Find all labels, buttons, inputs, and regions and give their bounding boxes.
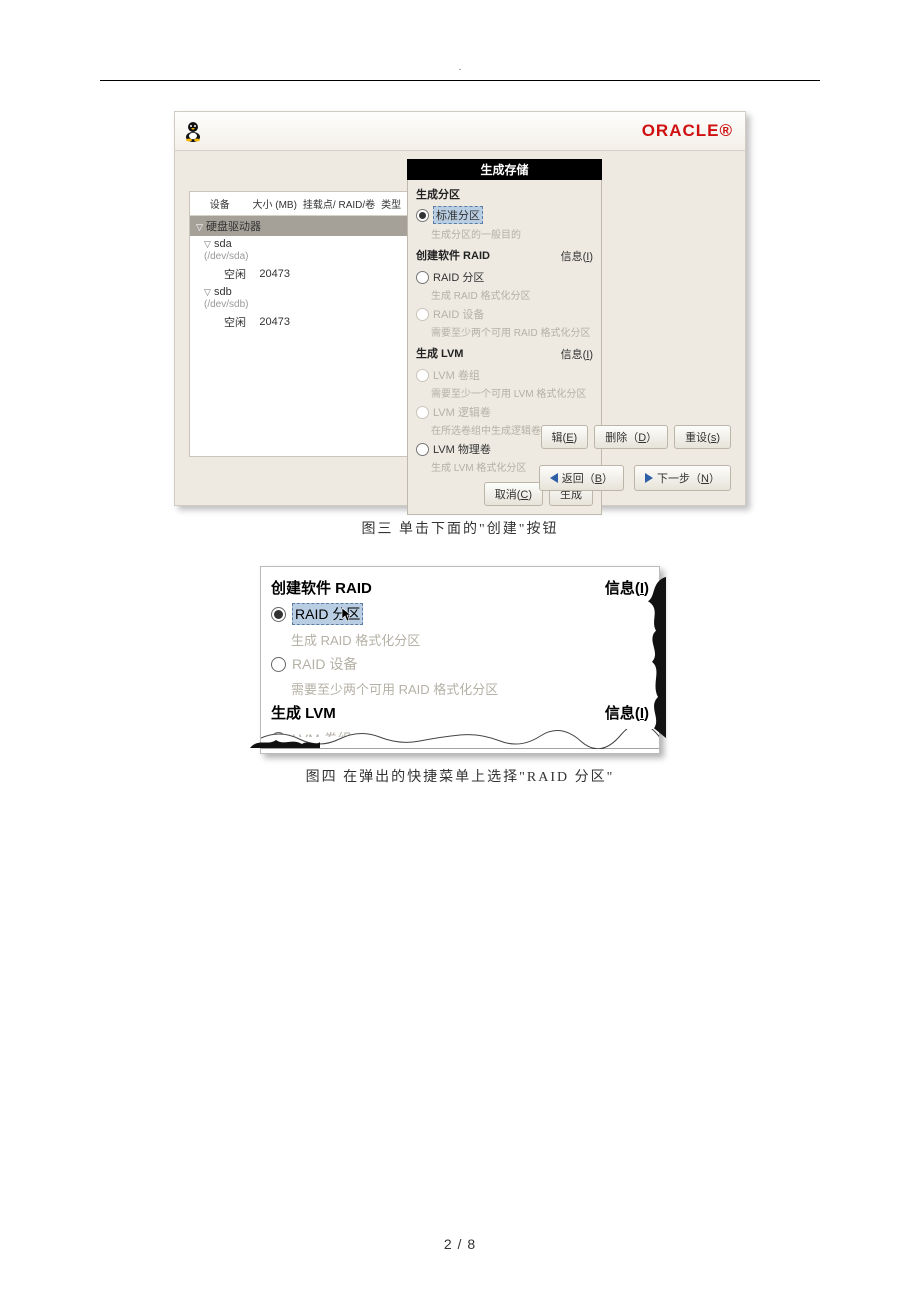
radio-icon <box>271 657 286 672</box>
arrow-right-icon <box>645 473 653 483</box>
cancel-button[interactable]: 取消(C) <box>484 482 543 506</box>
tux-logo-icon <box>181 119 205 143</box>
col-size: 大小 (MB) <box>249 192 299 216</box>
device-table-panel: 设备 大小 (MB) 挂载点/ RAID/卷 类型 格 ▽硬盘驱动器 ▽sda … <box>189 191 416 457</box>
table-row[interactable]: 空闲20473 <box>190 312 420 332</box>
delete-button[interactable]: 删除（D） <box>594 425 668 449</box>
hint-raid-device: 需要至少两个可用 RAID 格式化分区 <box>431 324 593 339</box>
col-type: 类型 <box>378 192 404 216</box>
section-create-raid: 创建软件 RAID <box>271 577 372 598</box>
popup-title: 生成存储 <box>407 159 602 180</box>
window-header: ORACLE® <box>175 112 745 151</box>
info-raid-link[interactable]: 信息(I) <box>605 577 649 598</box>
radio-icon <box>416 209 429 222</box>
option-lvm-vg: LVM 卷组 <box>416 367 593 383</box>
hint-standard: 生成分区的一般目的 <box>431 226 593 241</box>
option-standard-partition[interactable]: 标准分区 <box>416 206 593 224</box>
radio-icon <box>416 308 429 321</box>
info-lvm-link[interactable]: 信息(I) <box>561 346 593 362</box>
header-dot: . <box>459 62 462 73</box>
option-raid-device: RAID 设备 <box>416 306 593 322</box>
hint-raid-device: 需要至少两个可用 RAID 格式化分区 <box>291 679 649 698</box>
table-row[interactable]: ▽sdb (/dev/sdb) <box>190 284 420 312</box>
section-create-raid: 创建软件 RAID <box>416 247 490 263</box>
table-row[interactable]: 空闲20473 <box>190 264 420 284</box>
page-number: 2 / 8 <box>444 1236 476 1252</box>
section-create-partition: 生成分区 <box>416 186 593 202</box>
arrow-left-icon <box>550 473 558 483</box>
oracle-brand: ORACLE® <box>642 121 733 141</box>
radio-icon <box>416 271 429 284</box>
reset-button[interactable]: 重设(s) <box>674 425 731 449</box>
radio-icon <box>416 443 429 456</box>
section-create-lvm: 生成 LVM <box>416 345 463 361</box>
fig4-caption: 图四 在弹出的快捷菜单上选择"RAID 分区" <box>100 766 820 786</box>
screenshot-fig4: 创建软件 RAID 信息(I) RAID 分区 生成 RAID 格式化分区 RA… <box>260 566 660 754</box>
hint-lvm-vg: 需要至少一个可用 LVM 格式化分区 <box>431 385 593 400</box>
option-raid-partition[interactable]: RAID 分区 <box>271 603 649 625</box>
group-harddrives[interactable]: ▽硬盘驱动器 <box>190 216 420 237</box>
cursor-icon <box>341 607 355 626</box>
col-device: 设备 <box>190 192 249 216</box>
hint-raid-partition: 生成 RAID 格式化分区 <box>431 287 593 302</box>
edit-button[interactable]: 辑(E) <box>541 425 589 449</box>
fig3-caption: 图三 单击下面的"创建"按钮 <box>100 518 820 538</box>
radio-icon <box>416 369 429 382</box>
torn-edge-icon <box>260 737 660 754</box>
table-row[interactable]: ▽sda (/dev/sda) <box>190 236 420 264</box>
hint-raid-partition: 生成 RAID 格式化分区 <box>291 630 649 649</box>
back-button[interactable]: 返回（B） <box>539 465 624 491</box>
radio-icon <box>271 607 286 622</box>
option-raid-partition[interactable]: RAID 分区 <box>416 269 593 285</box>
create-storage-popup: 生成存储 生成分区 标准分区 生成分区的一般目的 创建软件 RAID 信息(I)… <box>407 159 602 515</box>
next-button[interactable]: 下一步（N） <box>634 465 731 491</box>
option-lvm-lv: LVM 逻辑卷 <box>416 404 593 420</box>
info-raid-link[interactable]: 信息(I) <box>561 248 593 264</box>
section-create-lvm: 生成 LVM <box>271 702 336 723</box>
screenshot-fig3: ORACLE® 设备 大小 (MB) 挂载点/ RAID/卷 类型 格 <box>174 111 746 506</box>
radio-icon <box>416 406 429 419</box>
page-header-line <box>100 80 820 81</box>
col-mount: 挂载点/ RAID/卷 <box>300 192 378 216</box>
option-raid-device: RAID 设备 <box>271 654 649 674</box>
info-lvm-link[interactable]: 信息(I) <box>605 702 649 723</box>
